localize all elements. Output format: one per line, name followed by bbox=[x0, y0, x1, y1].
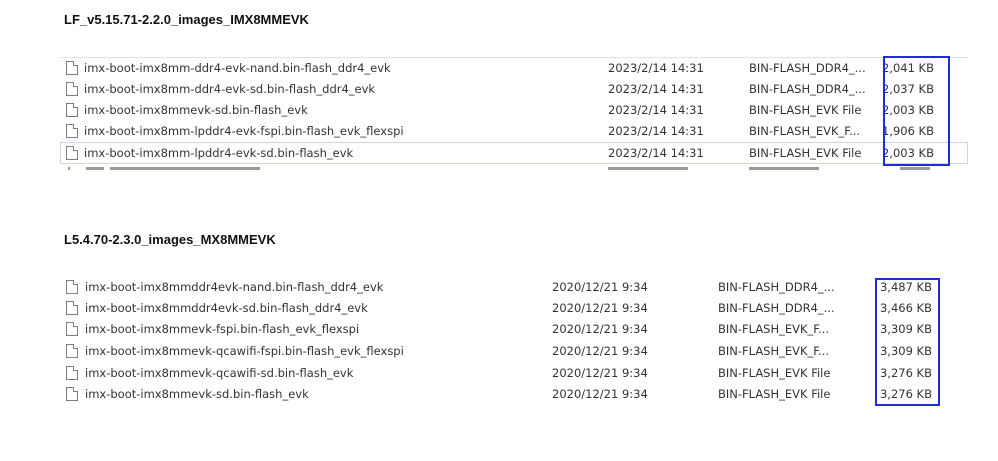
file-name: imx-boot-imx8mm-ddr4-evk-sd.bin-flash_dd… bbox=[84, 82, 376, 96]
file-type: BIN-FLASH_EVK File bbox=[718, 366, 831, 380]
file-name: imx-boot-imx8mm-ddr4-evk-nand.bin-flash_… bbox=[84, 61, 391, 75]
list-item[interactable]: imx-boot-imx8mm-lpddr4-evk-fspi.bin-flas… bbox=[60, 121, 968, 142]
file-date: 2020/12/21 9:34 bbox=[552, 366, 648, 380]
file-name: imx-boot-imx8mmevk-fspi.bin-flash_evk_fl… bbox=[85, 322, 360, 336]
file-type: BIN-FLASH_EVK File bbox=[749, 146, 862, 160]
file-icon bbox=[66, 366, 78, 380]
file-icon bbox=[66, 301, 78, 315]
file-icon bbox=[66, 280, 78, 294]
file-name: imx-boot-imx8mmevk-sd.bin-flash_evk bbox=[84, 103, 308, 117]
file-type: BIN-FLASH_DDR4_... bbox=[749, 61, 866, 75]
list-item[interactable]: imx-boot-imx8mmddr4evk-nand.bin-flash_dd… bbox=[60, 277, 960, 298]
file-name: imx-boot-imx8mmddr4evk-sd.bin-flash_ddr4… bbox=[85, 301, 368, 315]
file-type: BIN-FLASH_EVK_F... bbox=[718, 322, 830, 336]
file-date: 2020/12/21 9:34 bbox=[552, 322, 648, 336]
file-date: 2020/12/21 9:34 bbox=[552, 344, 648, 358]
file-icon bbox=[66, 61, 78, 75]
list-item[interactable]: imx-boot-imx8mmevk-fspi.bin-flash_evk_fl… bbox=[60, 319, 960, 340]
list-item[interactable]: imx-boot-imx8mmevk-sd.bin-flash_evk 2020… bbox=[60, 384, 960, 405]
list-item[interactable]: imx-boot-imx8mm-ddr4-evk-sd.bin-flash_dd… bbox=[60, 79, 968, 100]
list-item[interactable]: imx-boot-imx8mmevk-sd.bin-flash_evk 2023… bbox=[60, 100, 968, 121]
file-date: 2023/2/14 14:31 bbox=[608, 61, 704, 75]
size-highlight-box bbox=[883, 56, 950, 166]
file-type: BIN-FLASH_EVK_F... bbox=[749, 124, 861, 138]
file-icon bbox=[66, 82, 78, 96]
file-icon bbox=[66, 146, 78, 160]
size-highlight-box bbox=[875, 278, 940, 406]
file-list-l5-4: imx-boot-imx8mmddr4evk-nand.bin-flash_dd… bbox=[60, 277, 960, 405]
file-date: 2020/12/21 9:34 bbox=[552, 387, 648, 401]
file-type: BIN-FLASH_DDR4_... bbox=[718, 280, 835, 294]
file-icon bbox=[66, 387, 78, 401]
file-name: imx-boot-imx8mmddr4evk-nand.bin-flash_dd… bbox=[85, 280, 384, 294]
file-icon bbox=[66, 322, 78, 336]
file-name: imx-boot-imx8mmevk-sd.bin-flash_evk bbox=[85, 387, 309, 401]
file-date: 2023/2/14 14:31 bbox=[608, 82, 704, 96]
file-date: 2020/12/21 9:34 bbox=[552, 301, 648, 315]
file-date: 2023/2/14 14:31 bbox=[608, 146, 704, 160]
section-title-lf-v5: LF_v5.15.71-2.2.0_images_IMX8MMEVK bbox=[64, 12, 309, 27]
list-item-selected[interactable]: imx-boot-imx8mm-lpddr4-evk-sd.bin-flash_… bbox=[60, 142, 968, 164]
list-item[interactable]: imx-boot-imx8mmddr4evk-sd.bin-flash_ddr4… bbox=[60, 298, 960, 319]
file-type: BIN-FLASH_EVK File bbox=[749, 103, 862, 117]
file-name: imx-boot-imx8mmevk-qcawifi-fspi.bin-flas… bbox=[85, 344, 404, 358]
file-type: BIN-FLASH_EVK File bbox=[718, 387, 831, 401]
list-item[interactable]: imx-boot-imx8mmevk-qcawifi-sd.bin-flash_… bbox=[60, 363, 960, 384]
file-icon bbox=[66, 103, 78, 117]
file-date: 2023/2/14 14:31 bbox=[608, 103, 704, 117]
file-type: BIN-FLASH_DDR4_... bbox=[749, 82, 866, 96]
file-type: BIN-FLASH_EVK_F... bbox=[718, 344, 830, 358]
file-date: 2020/12/21 9:34 bbox=[552, 280, 648, 294]
file-date: 2023/2/14 14:31 bbox=[608, 124, 704, 138]
file-icon bbox=[66, 344, 78, 358]
file-name: imx-boot-imx8mm-lpddr4-evk-sd.bin-flash_… bbox=[84, 146, 354, 160]
file-list-lf-v5: imx-boot-imx8mm-ddr4-evk-nand.bin-flash_… bbox=[60, 58, 968, 174]
list-item[interactable]: imx-boot-imx8mm-ddr4-evk-nand.bin-flash_… bbox=[60, 58, 968, 79]
list-item[interactable]: imx-boot-imx8mmevk-qcawifi-fspi.bin-flas… bbox=[60, 341, 960, 362]
section-title-l5-4: L5.4.70-2.3.0_images_MX8MMEVK bbox=[64, 232, 276, 247]
file-type: BIN-FLASH_DDR4_... bbox=[718, 301, 835, 315]
list-item-clipped bbox=[60, 167, 968, 171]
file-icon bbox=[66, 124, 78, 138]
file-name: imx-boot-imx8mm-lpddr4-evk-fspi.bin-flas… bbox=[84, 124, 404, 138]
file-name: imx-boot-imx8mmevk-qcawifi-sd.bin-flash_… bbox=[85, 366, 354, 380]
